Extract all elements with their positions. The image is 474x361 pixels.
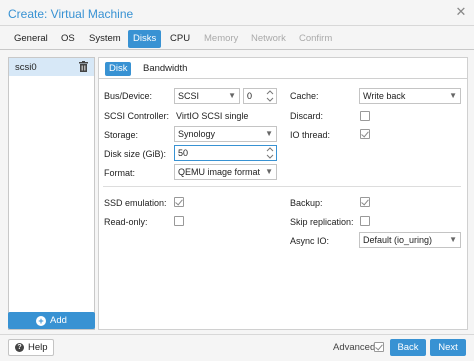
format-label: Format: (104, 168, 136, 178)
subtab-bandwidth[interactable]: Bandwidth (139, 62, 191, 76)
plus-icon: + (36, 316, 47, 326)
disk-list-item[interactable]: scsi0 (9, 58, 94, 76)
device-number-field[interactable]: 0 (243, 88, 277, 104)
disk-size-field[interactable]: 50 (174, 145, 277, 161)
tab-general[interactable]: General (9, 30, 53, 48)
async-io-value: Default (io_uring) (363, 235, 433, 245)
cache-value: Write back (363, 91, 406, 101)
storage-label: Storage: (104, 130, 139, 140)
back-button[interactable]: Back (390, 339, 426, 356)
storage-select[interactable]: Synology ▼ (174, 126, 277, 142)
device-value: 0 (247, 91, 253, 101)
read-only-checkbox[interactable] (174, 216, 184, 226)
read-only-label: Read-only: (104, 217, 148, 227)
tab-confirm: Confirm (299, 33, 333, 44)
next-button[interactable]: Next (430, 339, 466, 356)
trash-icon[interactable] (79, 61, 88, 72)
skip-replication-label: Skip replication: (290, 217, 354, 227)
add-disk-button[interactable]: + Add (8, 312, 95, 329)
async-io-label: Async IO: (290, 236, 330, 246)
disk-list: scsi0 (8, 57, 95, 330)
storage-value: Synology (178, 129, 216, 139)
bus-select[interactable]: SCSI ▼ (174, 88, 240, 104)
scsi-controller-value: VirtIO SCSI single (176, 111, 249, 121)
io-thread-label: IO thread: (290, 130, 331, 140)
spinner-icon[interactable] (266, 147, 274, 159)
window-title: Create: Virtual Machine (8, 7, 134, 21)
backup-checkbox[interactable] (360, 197, 370, 207)
discard-label: Discard: (290, 111, 324, 121)
tab-disks[interactable]: Disks (128, 30, 162, 48)
chevron-down-icon: ▼ (449, 91, 457, 100)
scsi-controller-label: SCSI Controller: (104, 111, 170, 121)
cache-select[interactable]: Write back ▼ (359, 88, 461, 104)
chevron-down-icon: ▼ (265, 129, 273, 138)
ssd-emulation-checkbox[interactable] (174, 197, 184, 207)
subtab-divider (99, 78, 467, 79)
help-button-label: Help (28, 342, 48, 353)
io-thread-checkbox[interactable] (360, 129, 370, 139)
bus-device-label: Bus/Device: (104, 91, 153, 101)
disk-name: scsi0 (15, 62, 37, 73)
advanced-checkbox[interactable] (374, 342, 384, 352)
wizard-tabs: General OS System Disks CPU Memory Netwo… (0, 28, 474, 50)
backup-label: Backup: (290, 198, 323, 208)
add-button-label: Add (50, 315, 67, 326)
tab-memory: Memory (204, 33, 239, 44)
chevron-down-icon: ▼ (228, 91, 236, 100)
ssd-emulation-label: SSD emulation: (104, 198, 167, 208)
tab-system[interactable]: System (84, 30, 126, 48)
async-io-select[interactable]: Default (io_uring) ▼ (359, 232, 461, 248)
cache-label: Cache: (290, 91, 319, 101)
format-value: QEMU image format (178, 167, 261, 177)
bus-value: SCSI (178, 91, 200, 101)
section-divider (103, 186, 461, 187)
tab-network: Network (251, 33, 286, 44)
disk-size-value: 50 (178, 148, 189, 158)
title-bar: Create: Virtual Machine ✕ (0, 0, 474, 26)
format-select[interactable]: QEMU image format ▼ (174, 164, 277, 180)
chevron-down-icon: ▼ (265, 167, 273, 176)
close-icon[interactable]: ✕ (454, 5, 468, 19)
help-button[interactable]: ? Help (8, 339, 54, 356)
chevron-down-icon: ▼ (449, 235, 457, 244)
subtab-disk[interactable]: Disk (105, 62, 132, 76)
spinner-icon[interactable] (266, 90, 274, 102)
discard-checkbox[interactable] (360, 111, 370, 121)
disk-size-label: Disk size (GiB): (104, 149, 167, 159)
skip-replication-checkbox[interactable] (360, 216, 370, 226)
tab-cpu[interactable]: CPU (165, 30, 195, 48)
advanced-label: Advanced (333, 342, 376, 353)
help-icon: ? (15, 343, 24, 352)
tab-os[interactable]: OS (56, 30, 80, 48)
